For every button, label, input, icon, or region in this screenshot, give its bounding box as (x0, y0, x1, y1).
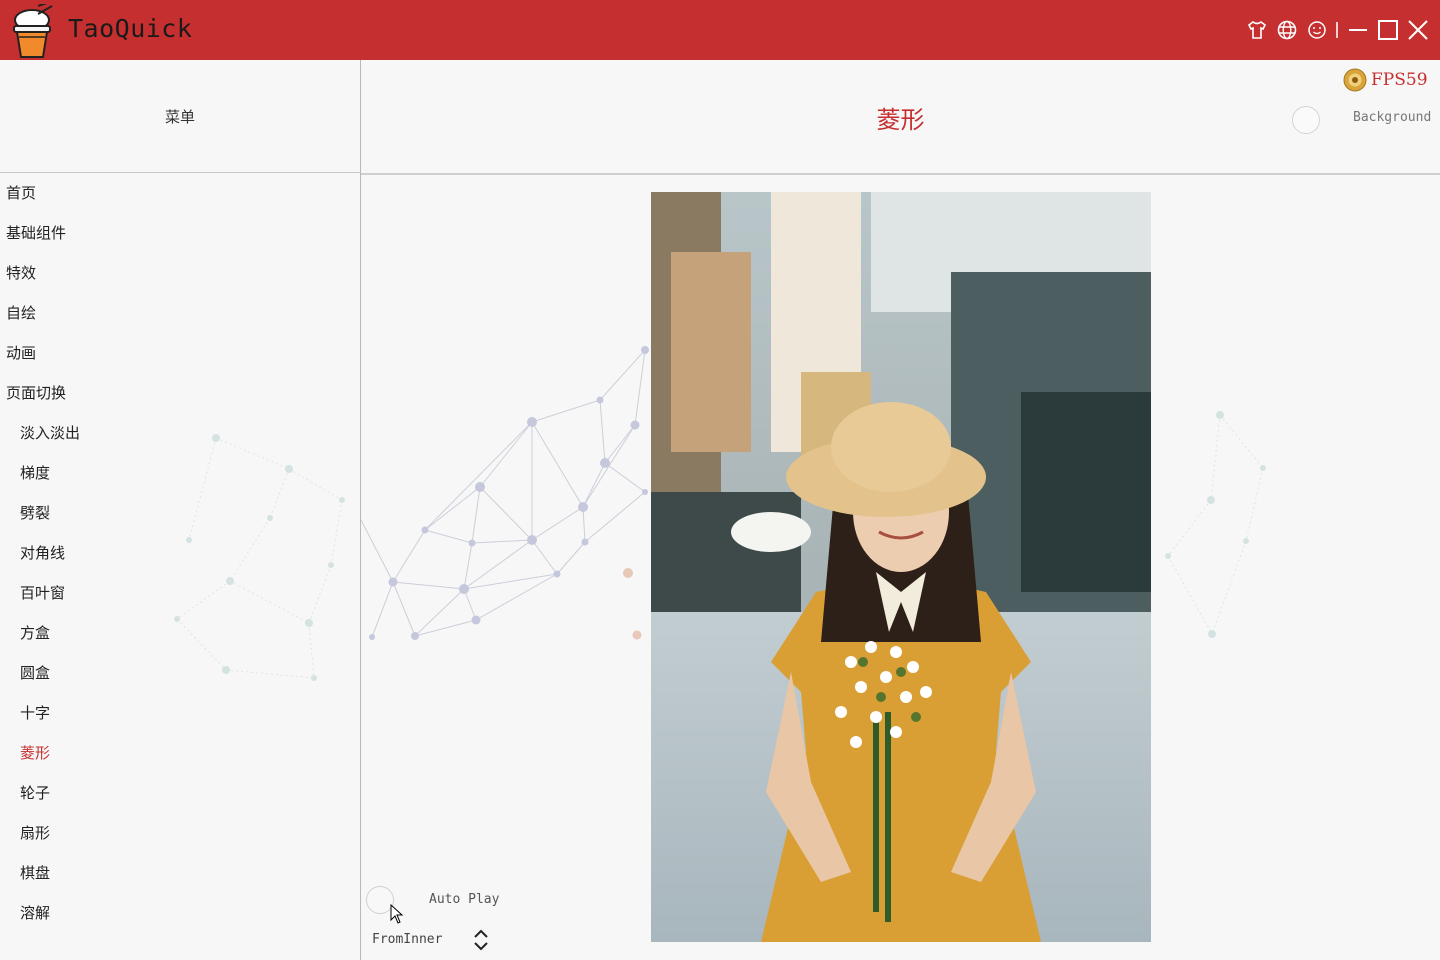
sidebar-item-home[interactable]: 首页 (6, 181, 36, 205)
sidebar-item-square-box[interactable]: 方盒 (20, 621, 50, 645)
sidebar-item-basic-components[interactable]: 基础组件 (6, 221, 66, 245)
sidebar-item-split[interactable]: 劈裂 (20, 501, 50, 525)
auto-play-label: Auto Play (429, 892, 500, 907)
mouse-cursor-icon (390, 903, 404, 928)
sidebar-item-custom-draw[interactable]: 自绘 (6, 301, 36, 325)
sidebar-item-blinds[interactable]: 百叶窗 (20, 581, 65, 605)
sidebar-item-diamond[interactable]: 菱形 (20, 741, 50, 765)
fps-indicator: FPS59 (1343, 68, 1428, 92)
direction-value: FromInner (372, 932, 443, 947)
content-header: 菱形 FPS59 Background (361, 60, 1440, 175)
sidebar-item-checkerboard[interactable]: 棋盘 (20, 861, 50, 885)
sidebar-item-fade[interactable]: 淡入淡出 (20, 421, 80, 445)
sidebar-item-effects[interactable]: 特效 (6, 261, 36, 285)
transition-image (651, 192, 1151, 942)
menu-header: 菜单 (0, 60, 360, 173)
sidebar-item-wheel[interactable]: 轮子 (20, 781, 50, 805)
sidebar-item-diagonal[interactable]: 对角线 (20, 541, 65, 565)
sidebar-item-dissolve[interactable]: 溶解 (20, 901, 50, 925)
background-checkbox[interactable] (1292, 106, 1320, 134)
sidebar-item-cross[interactable]: 十字 (20, 701, 50, 725)
sidebar-item-page-transition[interactable]: 页面切换 (6, 381, 66, 405)
direction-select[interactable]: FromInner (372, 928, 494, 952)
sidebar-item-animation[interactable]: 动画 (6, 341, 36, 365)
sidebar-item-circle-box[interactable]: 圆盒 (20, 661, 50, 685)
page-title: 菱形 (876, 106, 925, 134)
sidebar-item-gradient[interactable]: 梯度 (20, 461, 50, 485)
updown-arrows-icon (474, 929, 488, 951)
fps-label: FPS59 (1371, 70, 1428, 90)
sidebar: 菜单 首页 基础组件 特效 自绘 动画 页面切换 淡入淡出 梯度 劈裂 对角线 … (0, 60, 361, 960)
menu-title: 菜单 (164, 108, 195, 126)
sidebar-item-fan[interactable]: 扇形 (20, 821, 50, 845)
background-label: Background (1353, 110, 1432, 125)
fps-disc-icon (1343, 68, 1367, 92)
